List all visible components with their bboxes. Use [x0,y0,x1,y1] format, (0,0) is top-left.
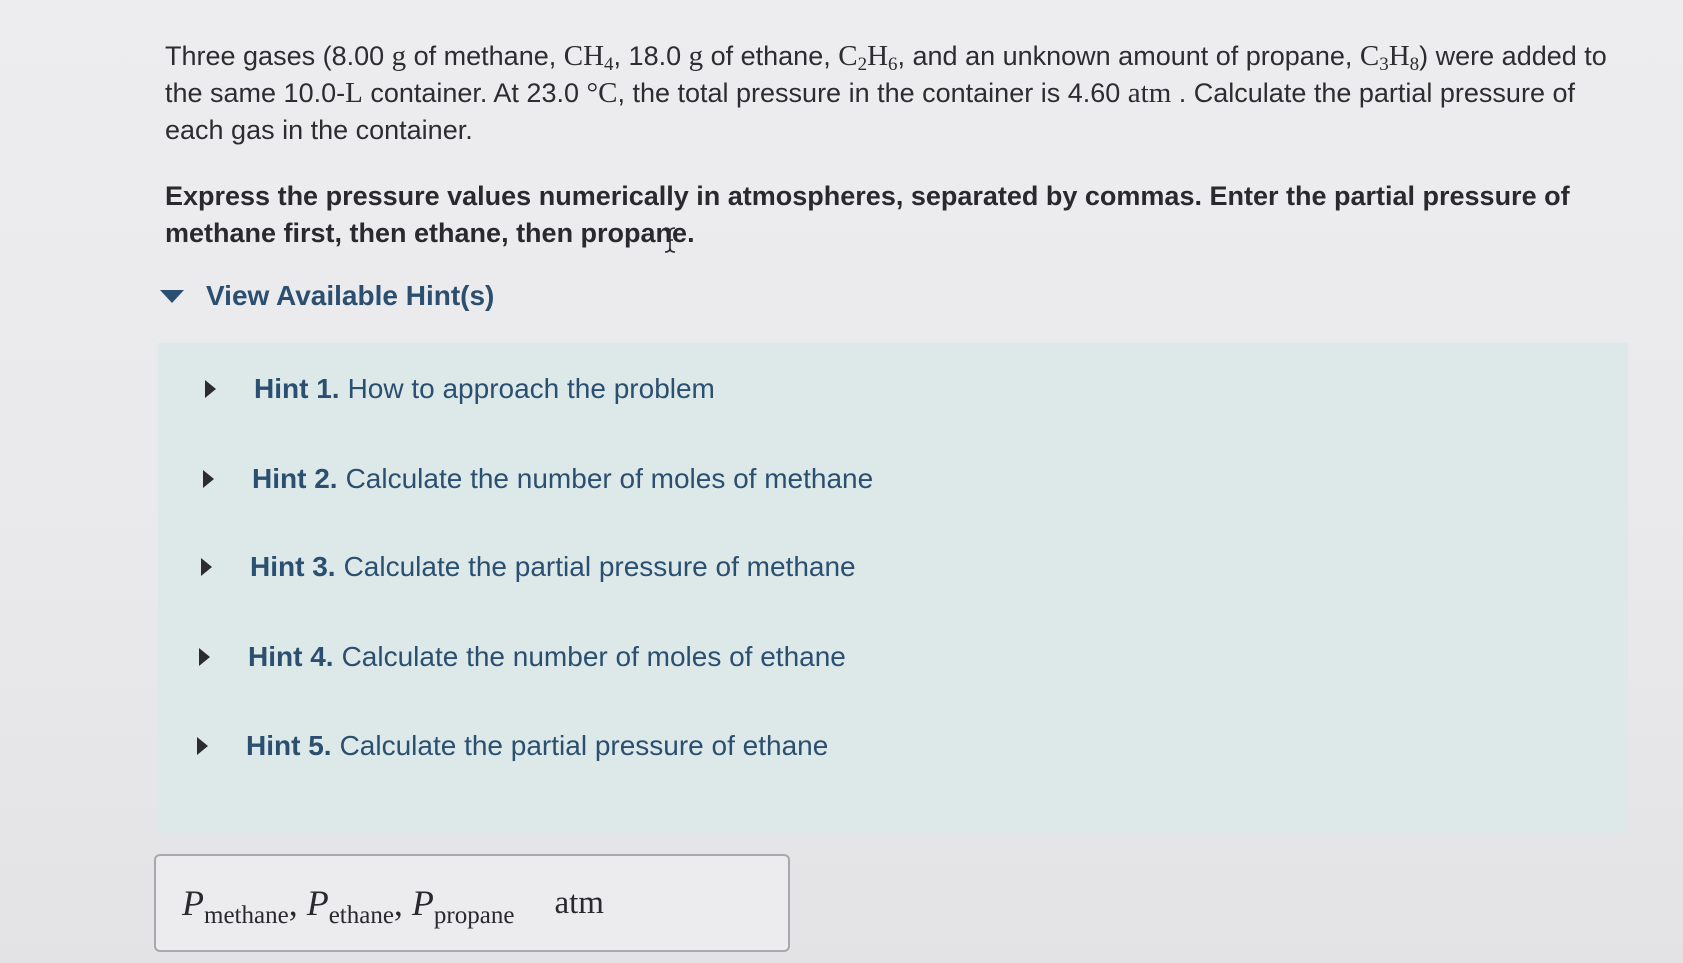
unit-atm: atm [1127,77,1172,109]
formula-methane: CH4 [563,40,614,75]
hint-item-1[interactable]: Hint 1. How to approach the problem [205,373,715,405]
answer-instruction: Express the pressure values numerically … [165,181,1570,248]
question-text-part: of methane, [406,41,564,71]
caret-right-icon [201,558,212,576]
question-text-part: container. At 23.0 [362,78,587,108]
hint-number: Hint 4. [248,641,334,672]
answer-unit-label: atm [554,884,604,921]
hint-item-2[interactable]: Hint 2. Calculate the number of moles of… [203,463,873,495]
question-text-part: , 18.0 [613,41,689,71]
hint-item-3[interactable]: Hint 3. Calculate the partial pressure o… [201,551,856,583]
question-text-part: , and an unknown amount of propane, [897,41,1360,71]
hint-number: Hint 5. [246,730,332,761]
formula-propane: C3H8 [1359,40,1420,75]
question-text: Three gases (8.00 g of methane, CH4, 18.… [165,38,1635,149]
caret-right-icon [203,470,214,488]
hint-title: Calculate the partial pressure of methan… [343,551,856,582]
page: Three gases (8.00 g of methane, CH4, 18.… [0,0,1683,963]
unit-gram: g [391,40,407,72]
answer-variables-label: Pmethane, Pethane, Ppropane [182,883,515,929]
question-text-part: of ethane, [703,41,839,71]
hint-title: How to approach the problem [347,373,715,404]
hint-item-4[interactable]: Hint 4. Calculate the number of moles of… [199,641,846,673]
unit-celsius: °C [586,77,618,109]
question-text-part: , the total pressure in the container is… [617,78,1128,108]
answer-input-box[interactable]: Pmethane, Pethane, Ppropane atm [154,854,790,952]
hint-number: Hint 1. [254,373,340,404]
hint-title: Calculate the number of moles of methane [345,463,874,494]
question-text-part: Three gases (8.00 [165,41,392,71]
unit-liter: L [345,77,363,109]
formula-ethane: C2H6 [838,40,898,75]
hint-title: Calculate the number of moles of ethane [341,641,846,672]
view-hints-label: View Available Hint(s) [206,280,495,311]
hint-item-5[interactable]: Hint 5. Calculate the partial pressure o… [197,730,828,762]
caret-down-icon [160,289,184,303]
hint-number: Hint 3. [250,551,336,582]
unit-gram: g [688,40,704,72]
hint-title: Calculate the partial pressure of ethane [339,730,829,761]
caret-right-icon [199,648,210,666]
caret-right-icon [205,380,216,398]
caret-right-icon [197,737,208,755]
text-cursor-icon [664,227,676,253]
hints-panel: Hint 1. How to approach the problem Hint… [158,343,1628,833]
hint-number: Hint 2. [252,463,338,494]
view-hints-toggle[interactable]: View Available Hint(s) [160,280,494,312]
